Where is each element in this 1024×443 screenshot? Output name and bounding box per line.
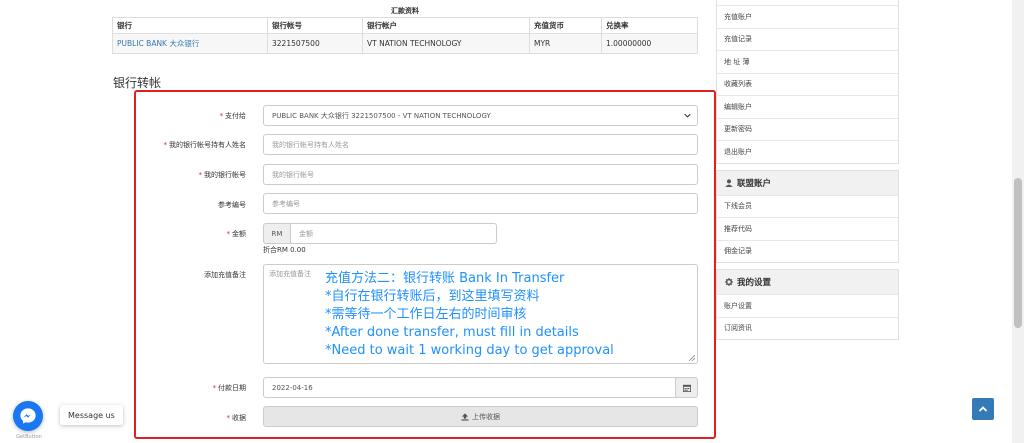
account-name-cell: VT NATION TECHNOLOGY bbox=[362, 33, 530, 54]
sidebar-item-referral-code[interactable]: 推荐代码 bbox=[717, 217, 898, 240]
currency-cell: MYR bbox=[529, 33, 602, 54]
sidebar-item-account-settings[interactable]: 账户设置 bbox=[717, 294, 898, 317]
sidebar-item-update-password[interactable]: 更新密码 bbox=[717, 117, 898, 141]
account-sidebar: 充值账户 充值记录 地 址 薄 收藏列表 编辑账户 更新密码 退出账户 联盟账户… bbox=[716, 0, 899, 340]
alliance-header: 联盟账户 bbox=[717, 170, 898, 195]
highlight-frame bbox=[134, 90, 716, 439]
sidebar-item-topup-account[interactable]: 充值账户 bbox=[717, 5, 898, 28]
back-to-top-button[interactable] bbox=[972, 398, 994, 420]
table-row: PUBLIC BANK 大众银行 3221507500 VT NATION TE… bbox=[112, 33, 698, 54]
message-us-bubble[interactable]: Message us bbox=[60, 405, 123, 425]
col-bank: 银行 bbox=[112, 17, 268, 34]
sidebar-item-subscriptions[interactable]: 订阅资讯 bbox=[717, 316, 898, 340]
user-icon bbox=[725, 178, 733, 187]
col-rate: 兑换率 bbox=[601, 17, 698, 34]
messenger-icon bbox=[20, 408, 36, 424]
account-no-cell: 3221507500 bbox=[267, 33, 363, 54]
sidebar-item-address-book[interactable]: 地 址 薄 bbox=[717, 50, 898, 73]
sidebar-item-downline[interactable]: 下线会员 bbox=[717, 194, 898, 218]
sidebar-item-favorites[interactable]: 收藏列表 bbox=[717, 72, 898, 96]
alliance-menu: 联盟账户 下线会员 推荐代码 佣金记录 bbox=[716, 169, 899, 263]
remit-caption: 汇款资料 bbox=[391, 7, 419, 15]
col-account-name: 银行帐户 bbox=[362, 17, 530, 34]
settings-menu: 我的设置 账户设置 订阅资讯 bbox=[716, 269, 899, 340]
account-menu: 充值账户 充值记录 地 址 薄 收藏列表 编辑账户 更新密码 退出账户 bbox=[716, 0, 899, 164]
remit-table: 银行 银行帐号 银行帐户 充值货币 兑换率 PUBLIC BANK 大众银行 3… bbox=[112, 17, 698, 54]
sidebar-item-commission[interactable]: 佣金记录 bbox=[717, 239, 898, 263]
bank-name-cell: PUBLIC BANK 大众银行 bbox=[112, 33, 268, 54]
col-currency: 充值货币 bbox=[529, 17, 602, 34]
getbutton-brand: GetButton bbox=[16, 434, 42, 440]
section-title: 银行转帐 bbox=[113, 76, 162, 90]
messenger-button[interactable] bbox=[13, 401, 43, 431]
sidebar-item-edit-account[interactable]: 编辑账户 bbox=[717, 95, 898, 118]
rate-cell: 1.00000000 bbox=[601, 33, 698, 54]
col-account-no: 银行帐号 bbox=[267, 17, 363, 34]
settings-header: 我的设置 bbox=[717, 270, 898, 294]
chevron-up-icon bbox=[978, 406, 988, 412]
sidebar-item-logout[interactable]: 退出账户 bbox=[717, 140, 898, 163]
scrollbar-thumb[interactable] bbox=[1014, 178, 1022, 328]
sidebar-item-topup-history[interactable]: 充值记录 bbox=[717, 27, 898, 51]
gear-icon bbox=[725, 278, 733, 286]
remit-header-row: 银行 银行帐号 银行帐户 充值货币 兑换率 bbox=[112, 17, 698, 34]
